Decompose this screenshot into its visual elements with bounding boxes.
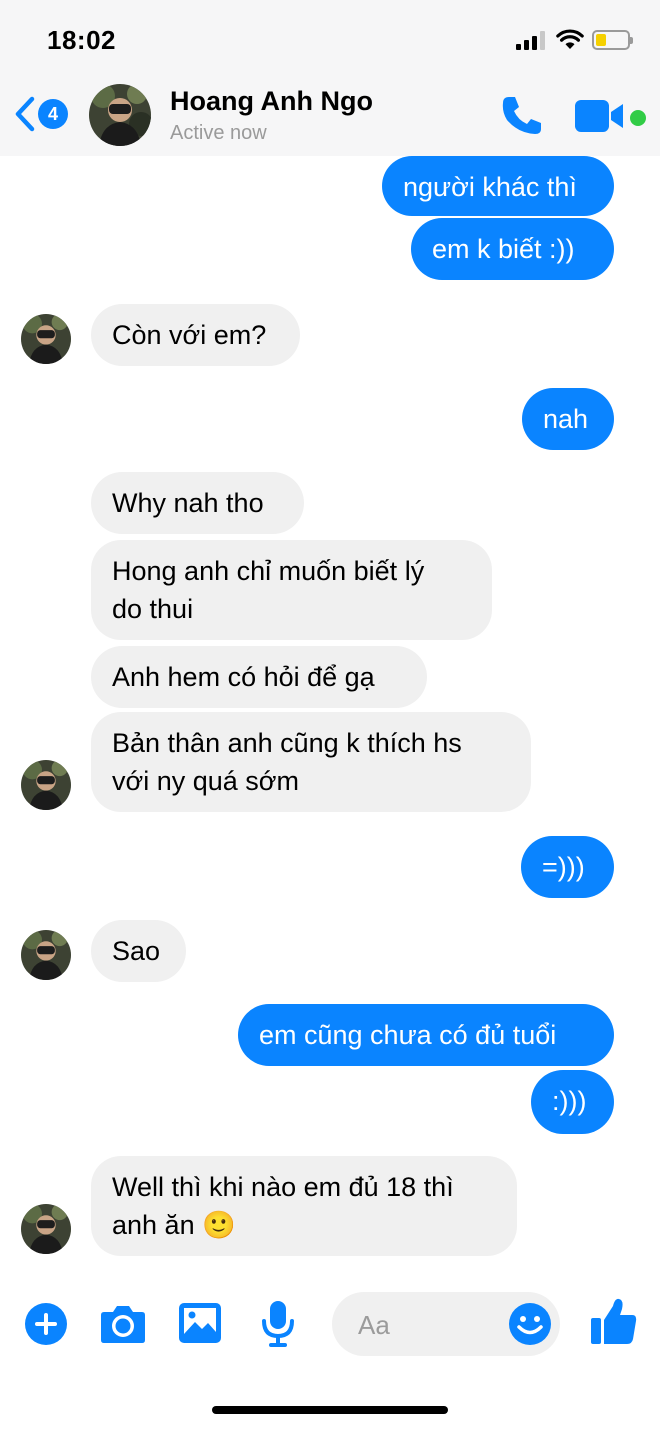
thumbs-up-icon[interactable]	[590, 1296, 638, 1346]
phone-icon[interactable]	[500, 94, 544, 136]
status-time: 18:02	[47, 25, 116, 55]
sender-avatar[interactable]	[21, 760, 71, 810]
message-bubble[interactable]: =)))	[521, 836, 614, 898]
message-text: em cũng chưa có đủ tuổi	[259, 1020, 557, 1050]
message-text: Anh hem có hỏi để gạ	[112, 662, 375, 692]
unread-count-badge: 4	[38, 99, 68, 129]
message-bubble[interactable]: Bản thân anh cũng k thích hs với ny quá s…	[91, 712, 531, 812]
battery-icon	[592, 30, 633, 50]
message-line: do thui	[112, 594, 194, 624]
received-message[interactable]: Why nah tho	[91, 472, 304, 534]
message-bubble[interactable]: Why nah tho	[91, 472, 304, 534]
message-text: nah	[543, 404, 589, 434]
video-camera-icon[interactable]	[575, 100, 625, 132]
message-bubble[interactable]: :)))	[531, 1070, 614, 1134]
message-bubble[interactable]: Hong anh chỉ muốn biết lý do thui	[91, 540, 492, 640]
received-message[interactable]: Còn với em?	[91, 304, 300, 366]
emoji-icon[interactable]	[508, 1302, 552, 1346]
message-line: Hong anh chỉ muốn biết lý	[112, 556, 425, 586]
cellular-signal-icon	[516, 30, 548, 50]
contact-name[interactable]: Hoang Anh Ngo	[170, 86, 373, 117]
sent-message[interactable]: em cũng chưa có đủ tuổi	[238, 1004, 614, 1066]
message-input[interactable]	[356, 1304, 490, 1346]
received-message[interactable]: Hong anh chỉ muốn biết lý do thui	[91, 540, 492, 640]
message-line: Bản thân anh cũng k thích hs	[112, 728, 462, 758]
message-bubble[interactable]: em k biết :))	[411, 218, 614, 280]
message-line: anh ăn 🙂	[112, 1210, 236, 1240]
received-message[interactable]: Bản thân anh cũng k thích hs với ny quá s…	[91, 712, 531, 812]
sent-message[interactable]: người khác thì	[382, 156, 614, 216]
message-bubble[interactable]: Còn với em?	[91, 304, 300, 366]
battery-level	[596, 34, 606, 46]
message-line: với ny quá sớm	[112, 766, 299, 796]
message-text: =)))	[542, 852, 585, 882]
composer-bar	[0, 1280, 660, 1370]
message-input-pill[interactable]	[332, 1292, 560, 1356]
message-bubble[interactable]: Well thì khi nào em đủ 18 thì anh ăn 🙂	[91, 1156, 517, 1256]
received-message[interactable]: Well thì khi nào em đủ 18 thì anh ăn 🙂	[91, 1156, 517, 1256]
sender-avatar[interactable]	[21, 314, 71, 364]
message-text: :)))	[552, 1086, 587, 1116]
message-bubble[interactable]: người khác thì	[382, 156, 614, 216]
message-text: Sao	[112, 936, 161, 966]
microphone-icon[interactable]	[260, 1300, 296, 1348]
message-line: Well thì khi nào em đủ 18 thì	[112, 1172, 454, 1202]
sent-message[interactable]: =)))	[521, 836, 614, 898]
camera-icon[interactable]	[100, 1304, 146, 1344]
sent-message[interactable]: :)))	[531, 1070, 614, 1134]
message-text: em k biết :))	[432, 234, 575, 264]
image-icon[interactable]	[178, 1302, 222, 1344]
sent-message[interactable]: nah	[522, 388, 614, 450]
message-list[interactable]: người khác thì em k biết :)) Còn với em? na…	[0, 156, 660, 1280]
message-bubble[interactable]: Anh hem có hỏi để gạ	[91, 646, 427, 708]
message-bubble[interactable]: em cũng chưa có đủ tuổi	[238, 1004, 614, 1066]
back-button[interactable]: 4	[14, 94, 68, 134]
home-indicator[interactable]	[212, 1406, 448, 1414]
status-bar: 18:02	[0, 0, 660, 70]
sender-avatar[interactable]	[21, 930, 71, 980]
contact-active-status: Active now	[170, 122, 267, 144]
message-bubble[interactable]: Sao	[91, 920, 186, 982]
plus-icon[interactable]	[24, 1302, 68, 1346]
conversation-header: 4 Hoang Anh Ngo Active now	[0, 70, 660, 156]
sent-message[interactable]: em k biết :))	[411, 218, 614, 280]
message-text: Còn với em?	[112, 320, 267, 350]
received-message[interactable]: Anh hem có hỏi để gạ	[91, 646, 427, 708]
received-message[interactable]: Sao	[91, 920, 186, 982]
contact-avatar[interactable]	[89, 84, 151, 146]
chevron-left-icon	[15, 96, 35, 132]
wifi-icon	[556, 29, 584, 49]
message-bubble[interactable]: nah	[522, 388, 614, 450]
sender-avatar[interactable]	[21, 1204, 71, 1254]
message-text: người khác thì	[403, 172, 577, 202]
online-indicator	[630, 110, 646, 126]
message-text: Why nah tho	[112, 488, 264, 518]
